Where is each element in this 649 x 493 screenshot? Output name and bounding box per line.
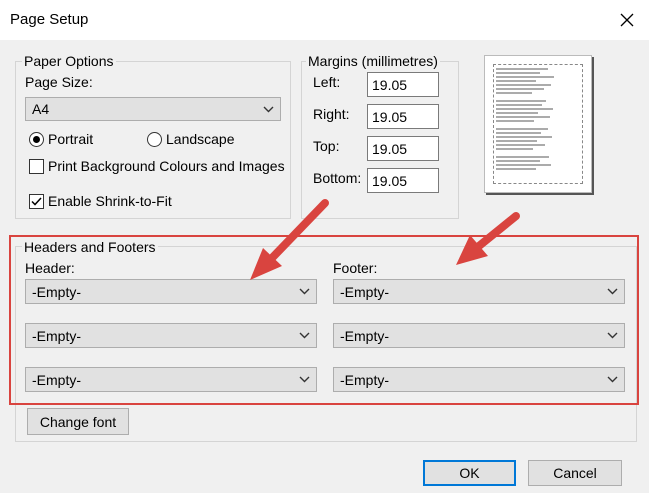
arrow-icon: [456, 212, 520, 265]
annotation-arrows: [250, 199, 520, 280]
arrow-icon: [250, 199, 329, 280]
